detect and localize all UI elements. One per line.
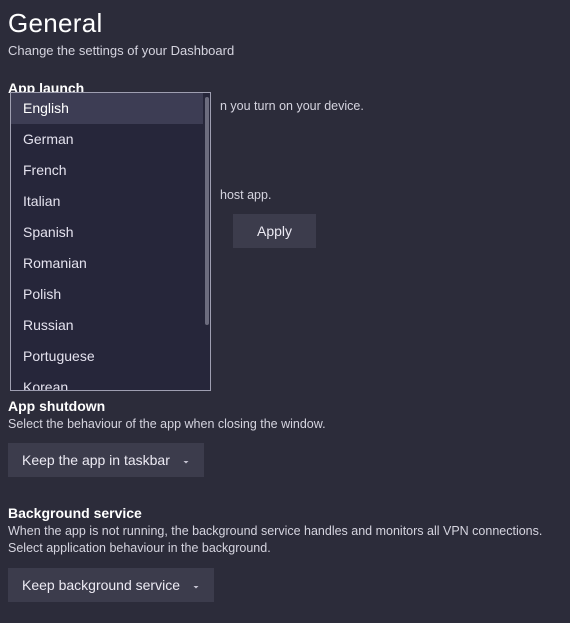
language-option-portuguese[interactable]: Portuguese — [11, 341, 203, 372]
background-service-desc: When the app is not running, the backgro… — [8, 523, 562, 557]
language-option-spanish[interactable]: Spanish — [11, 217, 203, 248]
app-shutdown-heading: App shutdown — [8, 398, 562, 414]
dropdown-scrollbar[interactable] — [205, 97, 209, 325]
language-option-german[interactable]: German — [11, 124, 203, 155]
language-option-italian[interactable]: Italian — [11, 186, 203, 217]
app-shutdown-desc: Select the behaviour of the app when clo… — [8, 416, 562, 433]
app-shutdown-select[interactable]: Keep the app in taskbar — [8, 443, 204, 477]
language-option-french[interactable]: French — [11, 155, 203, 186]
section-app-shutdown: App shutdown Select the behaviour of the… — [8, 398, 562, 477]
language-option-polish[interactable]: Polish — [11, 279, 203, 310]
language-option-korean[interactable]: Korean — [11, 372, 203, 390]
language-option-romanian[interactable]: Romanian — [11, 248, 203, 279]
apply-button[interactable]: Apply — [233, 214, 316, 248]
background-service-select[interactable]: Keep background service — [8, 568, 214, 602]
language-option-russian[interactable]: Russian — [11, 310, 203, 341]
background-service-heading: Background service — [8, 505, 562, 521]
language-option-english[interactable]: English — [11, 93, 203, 124]
language-dropdown[interactable]: EnglishGermanFrenchItalianSpanishRomania… — [10, 92, 211, 391]
chevron-down-icon — [180, 455, 192, 467]
page-title: General — [8, 8, 562, 39]
chevron-down-icon — [190, 580, 202, 592]
app-shutdown-select-label: Keep the app in taskbar — [22, 452, 170, 468]
background-service-select-label: Keep background service — [22, 577, 180, 593]
page-subtitle: Change the settings of your Dashboard — [8, 43, 562, 58]
section-background-service: Background service When the app is not r… — [8, 505, 562, 603]
